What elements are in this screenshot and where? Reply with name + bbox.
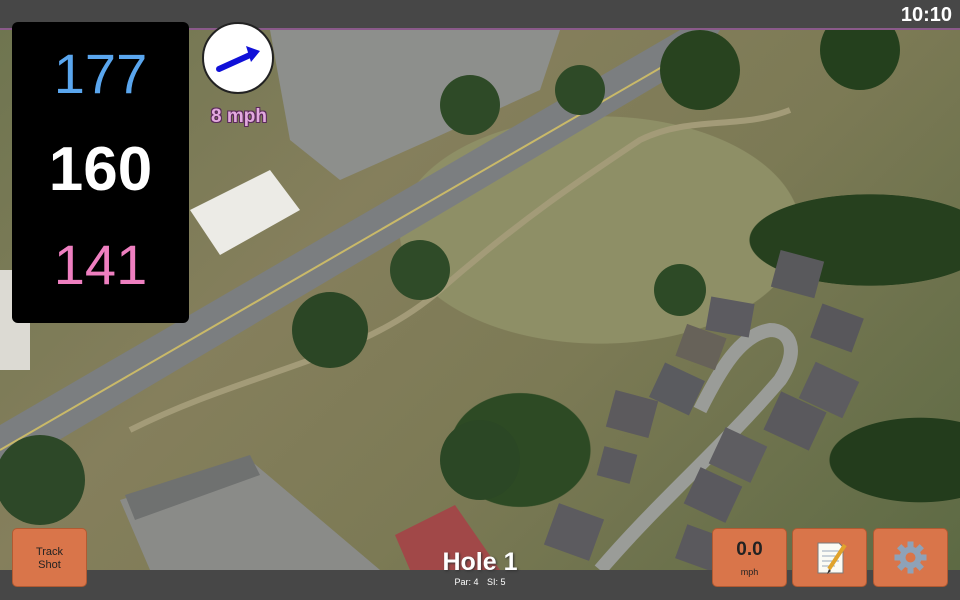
middle-distance: 160 xyxy=(48,135,153,204)
speed-value: 0.0 xyxy=(736,539,763,560)
tree-cluster xyxy=(820,30,900,90)
building xyxy=(190,170,300,255)
tree-cluster xyxy=(0,435,85,525)
tree-cluster xyxy=(660,30,740,110)
house xyxy=(596,446,638,484)
tree-cluster xyxy=(292,292,368,368)
notepad-icon xyxy=(817,542,847,574)
tree-cluster xyxy=(440,75,500,135)
notes-button[interactable] xyxy=(792,528,867,587)
arrow-right-icon xyxy=(216,46,260,72)
track-shot-button[interactable]: Track Shot xyxy=(12,528,87,587)
track-shot-label-line1: Track xyxy=(35,546,64,558)
speed-unit: mph xyxy=(740,567,759,577)
house xyxy=(708,427,768,483)
house xyxy=(810,303,864,353)
wind-speed: 8 mph xyxy=(211,106,267,127)
hole-title: Hole 1 xyxy=(442,548,518,576)
house xyxy=(705,296,755,338)
tree-cluster xyxy=(390,240,450,300)
tree-cluster xyxy=(654,264,706,316)
hole-par: Par: 4 xyxy=(454,577,479,587)
tree-cluster xyxy=(440,420,520,500)
settings-button[interactable] xyxy=(873,528,948,587)
track-shot-label-line2: Shot xyxy=(38,559,61,571)
tree-cluster xyxy=(555,65,605,115)
clock: 10:10 xyxy=(900,4,952,26)
hole-info: Par: 4 SI: 5 xyxy=(400,577,560,587)
distance-panel: 177 160 141 xyxy=(12,22,189,323)
speed-button[interactable]: 0.0 mph xyxy=(712,528,787,587)
back-distance: 177 xyxy=(53,42,148,105)
front-distance: 141 xyxy=(53,233,148,296)
house xyxy=(770,249,825,299)
gear-icon xyxy=(894,541,927,574)
hole-stroke-index: SI: 5 xyxy=(487,577,506,587)
wind-direction-dial xyxy=(202,22,274,94)
